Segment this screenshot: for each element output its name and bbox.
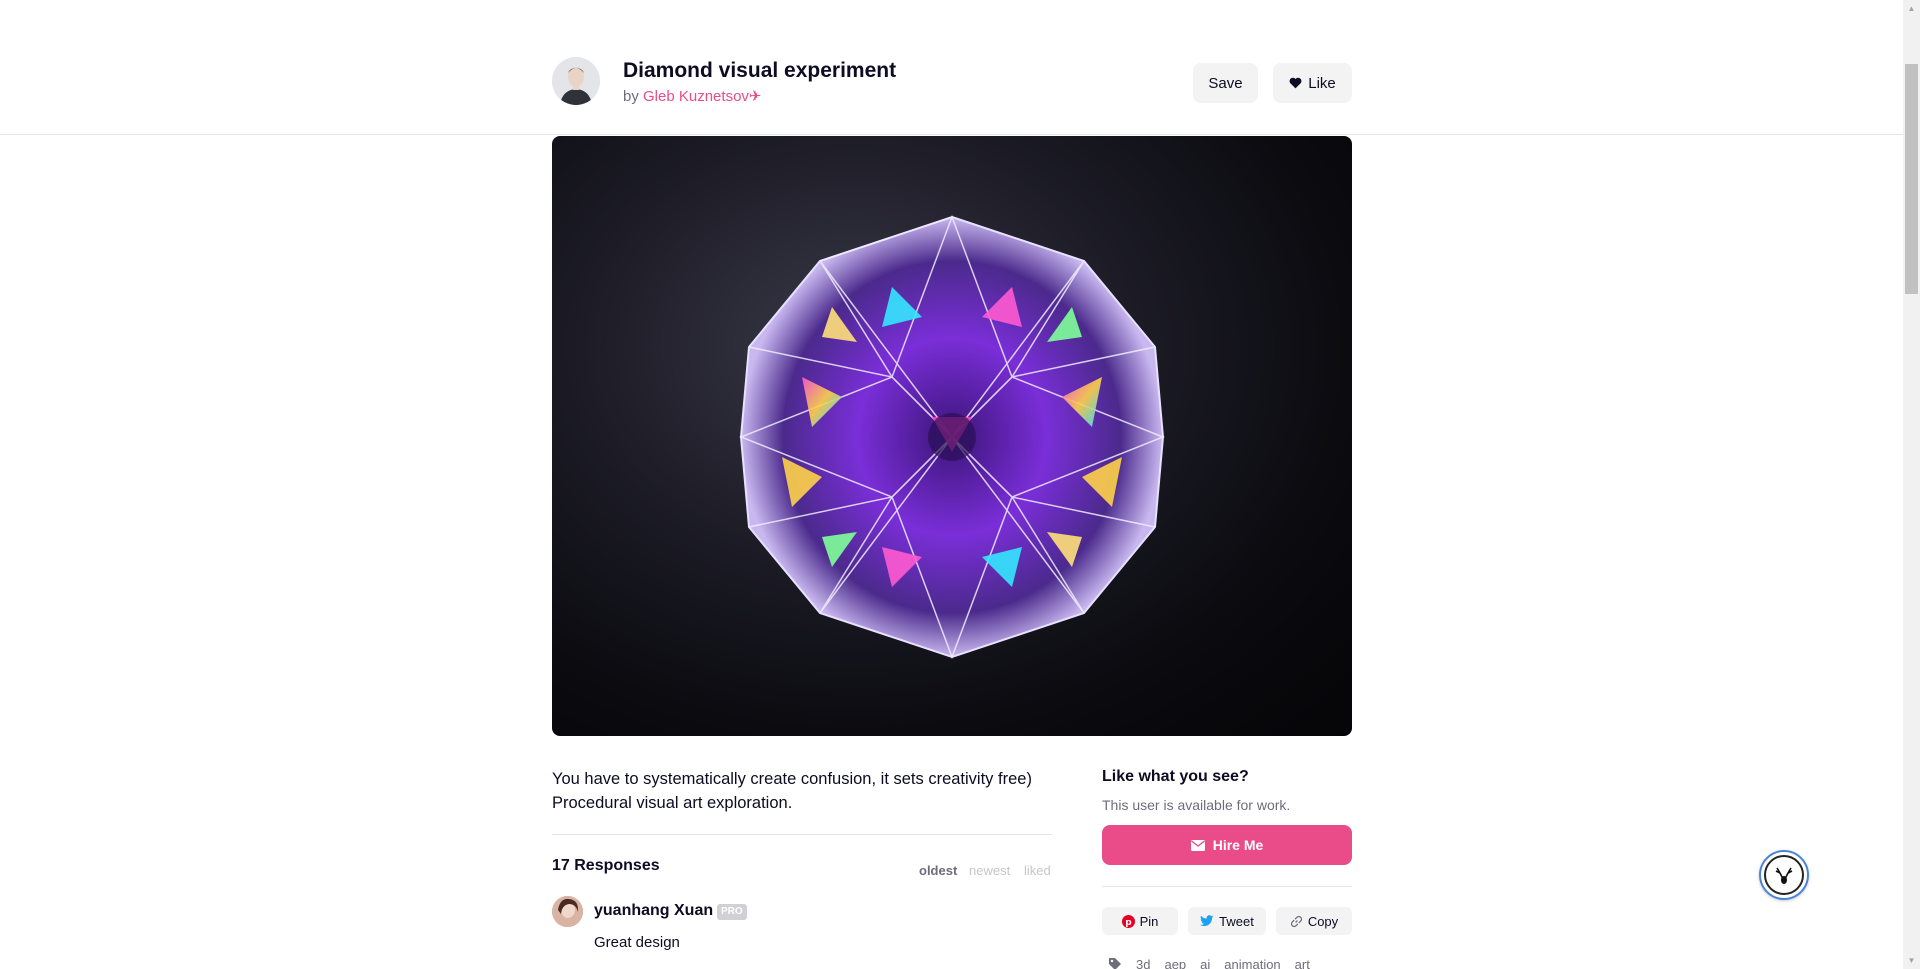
sort-oldest[interactable]: oldest — [919, 863, 957, 878]
sort-liked[interactable]: liked — [1024, 863, 1051, 878]
deer-icon — [1764, 855, 1804, 895]
hire-me-label: Hire Me — [1212, 837, 1264, 853]
tag-icon — [1108, 957, 1122, 969]
tag-link[interactable]: art — [1295, 957, 1310, 969]
save-button[interactable]: Save — [1193, 63, 1258, 103]
tag-link[interactable]: 3d — [1136, 957, 1150, 969]
by-prefix: by — [623, 88, 639, 105]
tag-link[interactable]: ai — [1200, 957, 1210, 969]
heart-icon — [1289, 77, 1302, 89]
twitter-icon — [1200, 915, 1214, 927]
copy-link-button[interactable]: Copy — [1276, 907, 1352, 935]
description-line: Procedural visual art exploration. — [552, 794, 793, 812]
like-button[interactable]: Like — [1273, 63, 1352, 103]
byline: by Gleb Kuznetsov✈ — [623, 87, 761, 105]
scrollbar-thumb[interactable] — [1905, 64, 1918, 294]
comment-text: Great design — [594, 934, 680, 951]
like-button-label: Like — [1308, 74, 1336, 92]
commenter-avatar[interactable] — [552, 896, 583, 927]
shot-image[interactable] — [552, 136, 1352, 736]
hire-me-button[interactable]: Hire Me — [1102, 825, 1352, 865]
page-title: Diamond visual experiment — [623, 59, 897, 82]
comment-author[interactable]: yuanhang Xuan — [594, 902, 713, 920]
tweet-button[interactable]: Tweet — [1188, 907, 1266, 935]
mail-icon — [1190, 839, 1205, 851]
description-line: You have to systematically create confus… — [552, 770, 1032, 788]
vertical-scrollbar[interactable]: ▲ ▼ — [1903, 0, 1920, 969]
tag-link[interactable]: animation — [1224, 957, 1280, 969]
shot-description: You have to systematically create confus… — [552, 767, 1062, 815]
svg-text:p: p — [1125, 918, 1132, 928]
tag-link[interactable]: aep — [1164, 957, 1186, 969]
responses-count: 17 Responses — [552, 857, 660, 874]
author-avatar[interactable] — [552, 57, 600, 105]
scroll-down-arrow-icon[interactable]: ▼ — [1903, 952, 1920, 969]
divider — [1102, 886, 1352, 887]
pinterest-icon: p — [1121, 914, 1135, 928]
diamond-image — [738, 214, 1166, 660]
shot-header: Diamond visual experiment by Gleb Kuznet… — [0, 0, 1903, 135]
save-button-label: Save — [1208, 74, 1243, 92]
link-icon — [1290, 915, 1302, 927]
author-link[interactable]: Gleb Kuznetsov✈ — [643, 88, 761, 105]
pin-button[interactable]: p Pin — [1102, 907, 1178, 935]
divider — [552, 834, 1052, 835]
hire-heading: Like what you see? — [1102, 768, 1249, 785]
tweet-label: Tweet — [1219, 913, 1254, 929]
sort-newest[interactable]: newest — [969, 863, 1010, 878]
availability-text: This user is available for work. — [1102, 797, 1291, 813]
scroll-up-arrow-icon[interactable]: ▲ — [1903, 0, 1920, 17]
copy-label: Copy — [1307, 913, 1339, 929]
pro-badge: PRO — [717, 904, 747, 920]
floating-extension-button[interactable] — [1759, 850, 1809, 900]
tag-list: 3d aep ai animation art — [1108, 957, 1310, 969]
pin-label: Pin — [1139, 913, 1159, 929]
